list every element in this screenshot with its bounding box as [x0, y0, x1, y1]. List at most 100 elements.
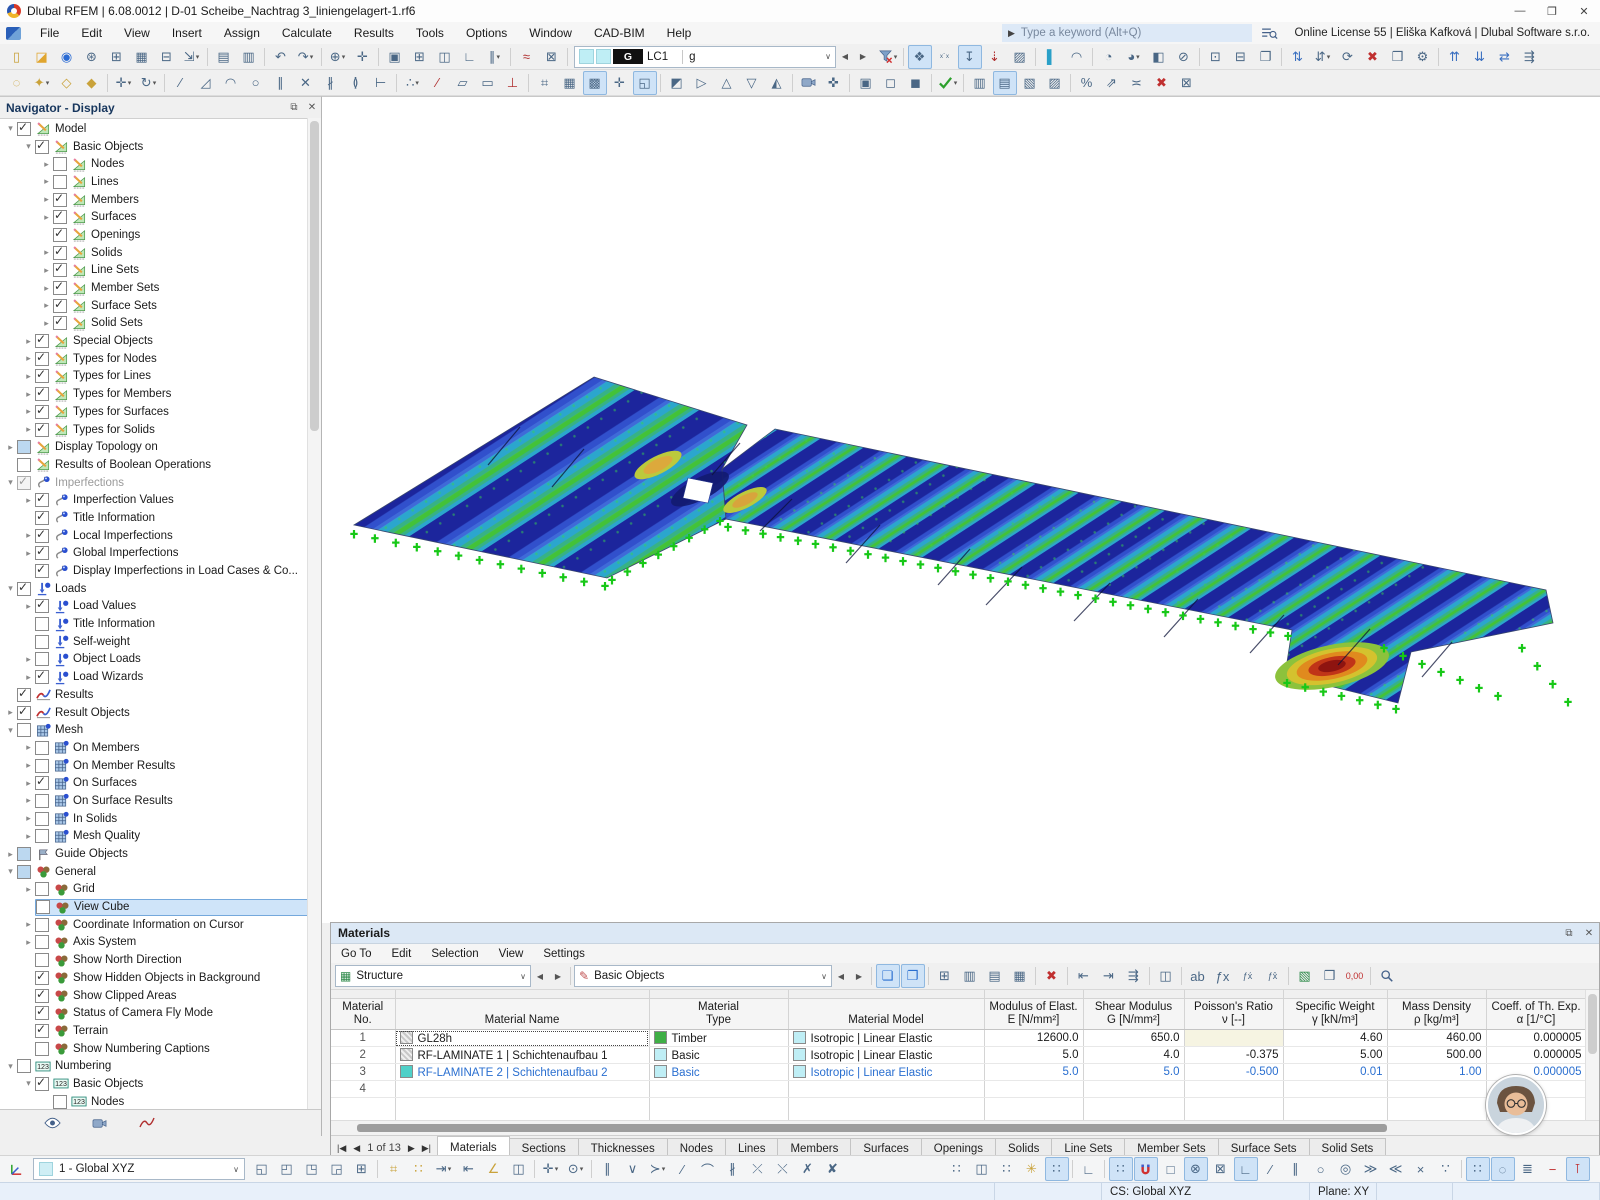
walk-through-icon[interactable]: ✜: [822, 71, 846, 95]
material-no-cell[interactable]: 4: [331, 1081, 395, 1098]
snap-grid-icon[interactable]: ∷: [945, 1157, 969, 1181]
grid-points-icon[interactable]: ∷: [407, 1157, 431, 1181]
line-support-icon[interactable]: [742, 526, 749, 535]
formula-global-icon[interactable]: ƒx̂: [1261, 964, 1285, 988]
line-support-icon[interactable]: [601, 582, 608, 591]
load-case-combobox[interactable]: GLC1g∨: [574, 46, 836, 68]
smooth-contours-icon[interactable]: ◠: [1065, 45, 1089, 69]
formula-fx-icon[interactable]: ƒx: [1211, 964, 1235, 988]
tree-item-display-imperfections-in-load-cases-co-[interactable]: Display Imperfections in Load Cases & Co…: [0, 562, 308, 580]
line-support-icon[interactable]: [1374, 701, 1381, 710]
line-support-icon[interactable]: [1162, 608, 1169, 617]
tree-expander-icon[interactable]: ▾: [4, 583, 17, 594]
tree-item-self-weight[interactable]: Self-weight: [0, 633, 308, 651]
column-header[interactable]: Coeff. of Th. Exp.α [1/°C]: [1486, 999, 1586, 1030]
delete-row-icon[interactable]: ✖: [1040, 964, 1064, 988]
work-plane-icon[interactable]: ✛: [608, 71, 632, 95]
line-support-icon[interactable]: [1356, 696, 1363, 705]
tree-checkbox[interactable]: [17, 1059, 31, 1073]
material-no-cell[interactable]: 3: [331, 1064, 395, 1081]
show-results-icon[interactable]: ≈: [515, 45, 539, 69]
material-name-cell[interactable]: RF-LAMINATE 2 | Schichtenaufbau 2: [395, 1064, 649, 1081]
tree-checkbox[interactable]: [35, 652, 49, 666]
line-support-icon[interactable]: [882, 554, 889, 563]
tree-expander-icon[interactable]: ▸: [22, 742, 35, 753]
filter-loads-icon[interactable]: ▾: [876, 45, 900, 69]
results-on-surfaces-icon[interactable]: ▨: [1008, 45, 1032, 69]
renumber-all-icon[interactable]: ⇶: [1518, 45, 1542, 69]
tree-item-types-for-lines[interactable]: ▸Types for Lines: [0, 368, 308, 386]
coordinate-system-select[interactable]: 1 - Global XYZ∨: [33, 1158, 245, 1180]
view-in-y-icon[interactable]: △: [715, 71, 739, 95]
snap-toggle-icon[interactable]: ∟: [458, 45, 482, 69]
direction-snap-icon[interactable]: ≻▾: [646, 1157, 670, 1181]
group-next-button[interactable]: ▶: [549, 965, 567, 987]
panel-limits-icon[interactable]: ▨: [1043, 71, 1067, 95]
display-imperfections-icon[interactable]: ❖: [908, 45, 932, 69]
maximize-button[interactable]: ❐: [1536, 0, 1568, 22]
tree-item-in-solids[interactable]: ▸In Solids: [0, 810, 308, 828]
tree-item-terrain[interactable]: Terrain: [0, 1022, 308, 1040]
tree-checkbox[interactable]: [35, 829, 49, 843]
tree-checkbox[interactable]: [35, 423, 49, 437]
tree-expander-icon[interactable]: ▾: [4, 725, 17, 736]
open-model-icon[interactable]: ◪: [30, 45, 54, 69]
select-special-icon[interactable]: ✦▾: [30, 71, 54, 95]
sync-view-icon[interactable]: ❐: [901, 964, 925, 988]
shear-modulus-cell[interactable]: [1083, 1081, 1184, 1098]
tree-item-basic-objects[interactable]: ▾Basic Objects: [0, 138, 308, 156]
tree-expander-icon[interactable]: ▸: [22, 548, 35, 559]
tree-checkbox[interactable]: [17, 582, 31, 596]
line-support-icon[interactable]: [1197, 615, 1204, 624]
report-templates-icon[interactable]: ▥: [237, 45, 261, 69]
color-scale-icon[interactable]: ▌: [1040, 45, 1064, 69]
tree-item-basic-objects[interactable]: ▾123Basic Objects: [0, 1075, 308, 1093]
tree-expander-icon[interactable]: ▸: [22, 795, 35, 806]
arrow-tool-icon[interactable]: ⇗: [1100, 71, 1124, 95]
menu-view[interactable]: View: [113, 26, 161, 40]
specific-weight-cell[interactable]: 5.00: [1283, 1047, 1387, 1064]
tree-item-surface-sets[interactable]: ▸Surface Sets: [0, 297, 308, 315]
tree-checkbox[interactable]: [35, 935, 49, 949]
select-by-window-icon[interactable]: ◇: [55, 71, 79, 95]
line-support-icon[interactable]: [917, 561, 924, 570]
tree-checkbox[interactable]: [35, 794, 49, 808]
copy-image-icon[interactable]: ❐: [1254, 45, 1278, 69]
snap-xx-icon[interactable]: ⇤: [457, 1157, 481, 1181]
tree-expander-icon[interactable]: ▸: [22, 813, 35, 824]
tree-checkbox[interactable]: [17, 440, 31, 454]
isometric-view-icon[interactable]: ◩: [665, 71, 689, 95]
tree-expander-icon[interactable]: ▾: [4, 1061, 17, 1072]
camera-icon[interactable]: [797, 71, 821, 95]
tables-toggle-icon[interactable]: ⊞: [408, 45, 432, 69]
menu-cad-bim[interactable]: CAD-BIM: [583, 26, 656, 40]
tree-item-global-imperfections[interactable]: ▸Global Imperfections: [0, 545, 308, 563]
tree-checkbox[interactable]: [35, 918, 49, 932]
excel-export-icon[interactable]: ▧: [1293, 964, 1317, 988]
tree-item-line-sets[interactable]: ▸Line Sets: [0, 262, 308, 280]
line-support-icon[interactable]: [371, 534, 378, 543]
imperfection-values-icon[interactable]: ˣ˙ˣ: [933, 45, 957, 69]
tree-checkbox[interactable]: [35, 529, 49, 543]
tree-item-on-members[interactable]: ▸On Members: [0, 739, 308, 757]
renumber-icon[interactable]: ⇅: [1286, 45, 1310, 69]
materials-float-icon[interactable]: ⧉: [1559, 928, 1579, 939]
select-pointer-icon[interactable]: ◌: [5, 71, 29, 95]
tree-item-members[interactable]: ▸Members: [0, 191, 308, 209]
tree-checkbox[interactable]: [53, 193, 67, 207]
osnap-intersection-icon[interactable]: ×: [1409, 1157, 1433, 1181]
guide-snap-icon[interactable]: ✘: [821, 1157, 845, 1181]
modulus-cell[interactable]: 12600.0: [984, 1030, 1083, 1047]
import-table-icon[interactable]: ⇤: [1072, 964, 1096, 988]
swap-numbering-icon[interactable]: ⇄: [1493, 45, 1517, 69]
table-search-icon[interactable]: [1375, 964, 1399, 988]
parallel-line-icon[interactable]: ∥: [269, 71, 293, 95]
tree-expander-icon[interactable]: ▸: [40, 283, 53, 294]
intersect-lines-icon[interactable]: ✕: [294, 71, 318, 95]
osnap-circle-icon[interactable]: ○: [1309, 1157, 1333, 1181]
select-window-mode-icon[interactable]: ∷: [1466, 1157, 1490, 1181]
tree-checkbox[interactable]: [35, 670, 49, 684]
pan-view-icon[interactable]: ✛: [351, 45, 375, 69]
menu-options[interactable]: Options: [455, 26, 518, 40]
new-opening-icon[interactable]: ▭: [476, 71, 500, 95]
